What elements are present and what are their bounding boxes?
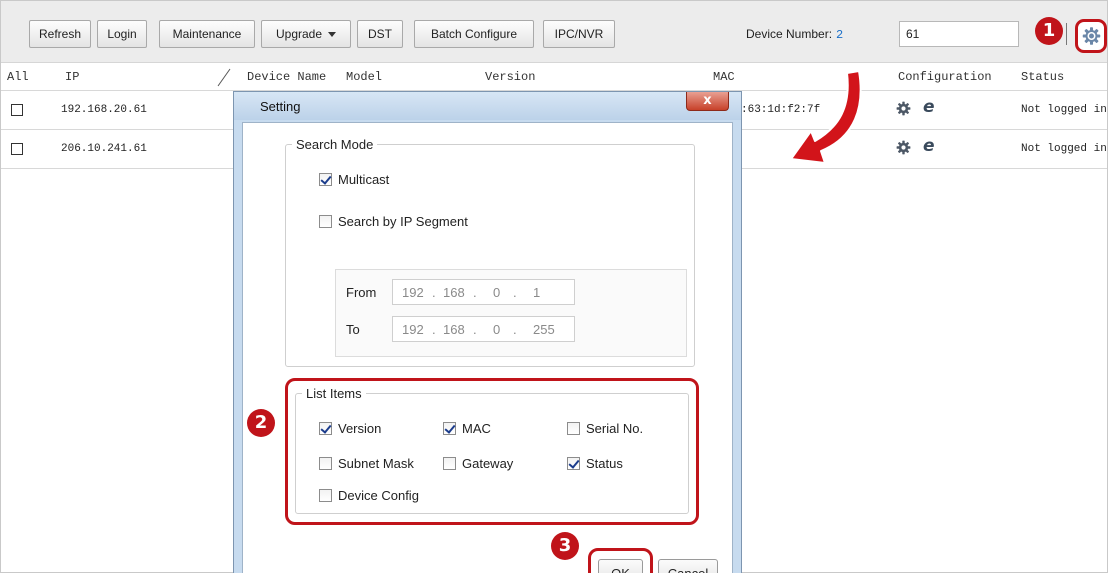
search-mode-legend: Search Mode [296, 137, 374, 152]
toolbar-divider [1066, 23, 1067, 45]
dst-button[interactable]: DST [357, 20, 403, 48]
checkbox-checked-icon [319, 173, 332, 186]
setting-dialog: Setting x Search Mode Multicast Search b… [233, 91, 742, 573]
to-label: To [346, 322, 360, 337]
col-device-name[interactable]: Device Name [247, 70, 326, 84]
device-number-label: Device Number: [746, 27, 833, 41]
dialog-body: Search Mode Multicast Search by IP Segme… [242, 122, 733, 573]
callout-2-badge: 2 [247, 409, 275, 437]
search-input[interactable]: 61 [899, 21, 1019, 47]
search-by-ip-segment-label: Search by IP Segment [338, 214, 468, 229]
callout-3-badge: 3 [551, 532, 579, 560]
to-ip-octet-3[interactable]: 0 [493, 322, 500, 337]
checkbox-unchecked-icon [319, 457, 332, 470]
checkbox-unchecked-icon [319, 215, 332, 228]
version-checkbox[interactable]: Version [319, 421, 381, 436]
settings-button[interactable] [1075, 19, 1107, 53]
multicast-label: Multicast [338, 172, 390, 187]
col-ip[interactable]: IP [65, 70, 79, 84]
upgrade-label: Upgrade [275, 27, 323, 41]
column-resize-handle[interactable] [215, 67, 233, 87]
device-number: Device Number: 2 [746, 27, 843, 42]
from-ip-field[interactable]: 192 . 168 . 0 . 1 [392, 279, 575, 305]
serial-no-label: Serial No. [586, 421, 644, 436]
from-label: From [346, 285, 377, 300]
col-version[interactable]: Version [485, 70, 535, 84]
subnet-mask-checkbox[interactable]: Subnet Mask [319, 456, 414, 471]
from-ip-octet-2[interactable]: 168 [443, 285, 465, 300]
arrow-annotation-icon [790, 70, 862, 164]
close-button[interactable]: x [686, 92, 729, 111]
gear-icon[interactable] [896, 140, 911, 155]
dialog-titlebar[interactable]: Setting x [234, 92, 741, 120]
refresh-button[interactable]: Refresh [29, 20, 91, 48]
col-all[interactable]: All [7, 70, 29, 84]
to-ip-octet-4[interactable]: 255 [533, 322, 555, 337]
toolbar: Refresh Login Maintenance Upgrade DST Ba… [1, 1, 1107, 63]
version-label: Version [338, 421, 382, 436]
checkbox-unchecked-icon [567, 422, 580, 435]
ok-button[interactable]: OK [598, 559, 643, 573]
gateway-label: Gateway [462, 456, 514, 471]
login-button[interactable]: Login [97, 20, 147, 48]
col-configuration[interactable]: Configuration [898, 70, 992, 84]
row-ip: 206.10.241.61 [61, 143, 147, 155]
web-browser-icon[interactable]: e [923, 136, 935, 156]
from-ip-octet-1[interactable]: 192 [402, 285, 424, 300]
search-by-ip-segment-checkbox[interactable]: Search by IP Segment [319, 214, 468, 229]
device-config-checkbox[interactable]: Device Config [319, 488, 419, 503]
chevron-down-icon [328, 32, 337, 38]
from-ip-octet-3[interactable]: 0 [493, 285, 500, 300]
row-ip: 192.168.20.61 [61, 104, 147, 116]
device-number-value: 2 [836, 28, 844, 42]
col-status[interactable]: Status [1021, 70, 1064, 84]
to-ip-field[interactable]: 192 . 168 . 0 . 255 [392, 316, 575, 342]
col-mac[interactable]: MAC [713, 70, 735, 84]
mac-label: MAC [462, 421, 491, 436]
row-checkbox[interactable] [11, 104, 23, 116]
maintenance-button[interactable]: Maintenance [159, 20, 255, 48]
to-ip-octet-2[interactable]: 168 [443, 322, 465, 337]
checkbox-checked-icon [443, 422, 456, 435]
checkbox-checked-icon [319, 422, 332, 435]
checkbox-unchecked-icon [319, 489, 332, 502]
batch-configure-button[interactable]: Batch Configure [414, 20, 534, 48]
mac-checkbox[interactable]: MAC [443, 421, 491, 436]
cancel-button[interactable]: Cancel [658, 559, 718, 573]
multicast-checkbox[interactable]: Multicast [319, 172, 389, 187]
gear-icon [1082, 27, 1101, 45]
serial-no-checkbox[interactable]: Serial No. [567, 421, 643, 436]
checkbox-checked-icon [567, 457, 580, 470]
checkbox-unchecked-icon [443, 457, 456, 470]
gear-icon[interactable] [896, 101, 911, 116]
web-browser-icon[interactable]: e [923, 97, 935, 117]
dialog-title: Setting [260, 99, 301, 114]
from-ip-octet-4[interactable]: 1 [533, 285, 540, 300]
callout-1-badge: 1 [1035, 17, 1063, 45]
gateway-checkbox[interactable]: Gateway [443, 456, 513, 471]
to-ip-octet-1[interactable]: 192 [402, 322, 424, 337]
ip-range-group: From 192 . 168 . 0 . 1 To 192 . 168 . 0 [335, 269, 687, 357]
row-status: Not logged in [1021, 104, 1107, 116]
ipc-nvr-button[interactable]: IPC/NVR [543, 20, 615, 48]
list-items-legend: List Items [306, 386, 362, 401]
col-model[interactable]: Model [346, 70, 382, 84]
status-label: Status [586, 456, 623, 471]
device-config-label: Device Config [338, 488, 419, 503]
table-header: All IP Device Name Model Version MAC Con… [1, 63, 1107, 91]
subnet-mask-label: Subnet Mask [338, 456, 414, 471]
upgrade-dropdown-button[interactable]: Upgrade [261, 20, 351, 48]
row-checkbox[interactable] [11, 143, 23, 155]
row-status: Not logged in [1021, 143, 1107, 155]
status-checkbox[interactable]: Status [567, 456, 623, 471]
device-manager-window: Refresh Login Maintenance Upgrade DST Ba… [0, 0, 1108, 573]
